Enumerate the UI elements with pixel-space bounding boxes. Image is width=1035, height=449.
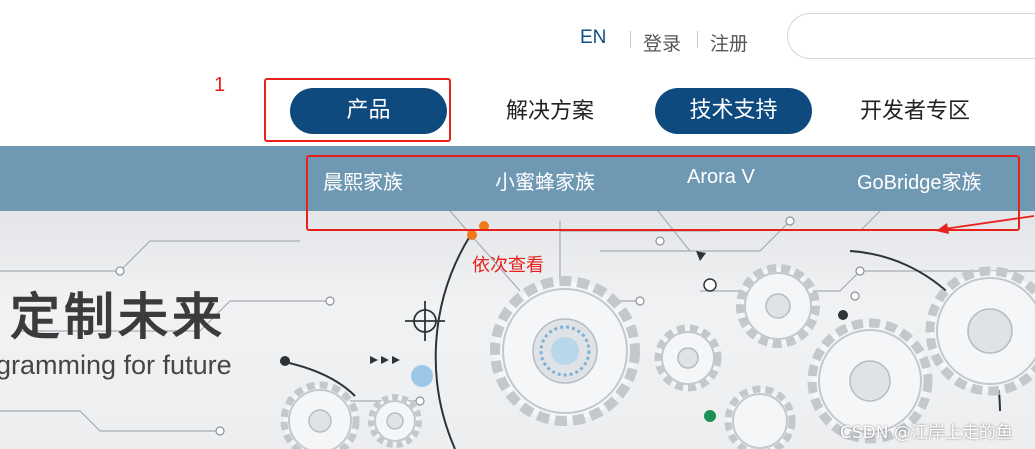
divider — [630, 31, 631, 48]
divider — [697, 31, 698, 48]
nav-item-solutions[interactable]: 解决方案 — [490, 89, 610, 135]
language-switch-en[interactable]: EN — [580, 27, 606, 49]
annotation-note: 依次查看 — [472, 255, 544, 276]
login-link[interactable]: 登录 — [643, 29, 681, 56]
hero-banner: 定制未来 gramming for future — [0, 211, 1035, 449]
nav-item-tech-support[interactable]: 技术支持 — [655, 88, 812, 134]
annotation-box-subnav — [306, 155, 1020, 231]
search-input[interactable] — [787, 13, 1035, 59]
banner-title: 定制未来 — [10, 288, 226, 346]
banner-subtitle: gramming for future — [0, 350, 232, 380]
watermark: CSDN @江岸上走的鱼 — [840, 423, 1013, 443]
annotation-arrow — [936, 215, 1035, 234]
annotation-step-number: 1 — [214, 74, 226, 96]
annotation-box-products — [264, 78, 451, 142]
register-link[interactable]: 注册 — [710, 29, 748, 56]
nav-item-developer-zone[interactable]: 开发者专区 — [850, 89, 980, 135]
